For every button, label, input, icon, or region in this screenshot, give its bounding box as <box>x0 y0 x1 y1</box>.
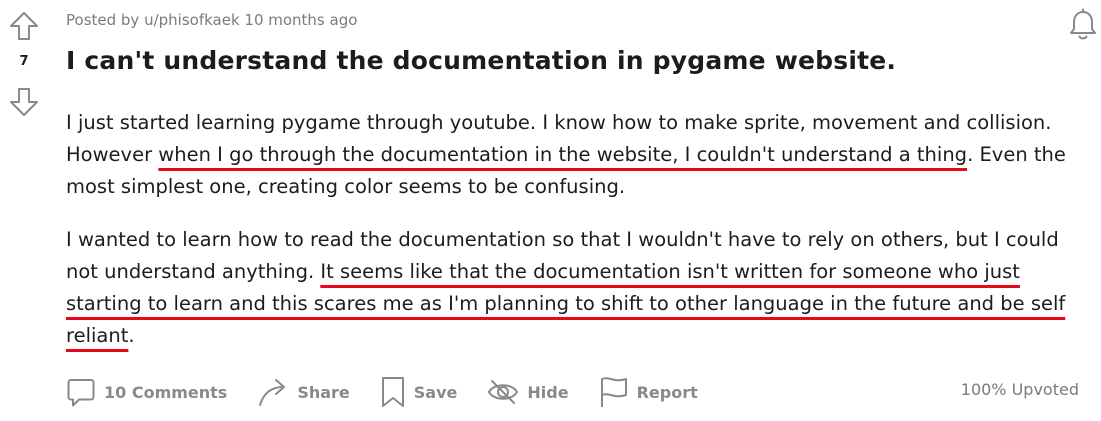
report-label: Report <box>636 382 698 402</box>
save-button[interactable]: Save <box>380 375 458 409</box>
hide-label: Hide <box>527 382 569 402</box>
paragraph-text: . <box>128 324 135 347</box>
report-button[interactable]: Report <box>599 375 698 409</box>
share-button[interactable]: Share <box>257 375 350 409</box>
comments-label: 10 Comments <box>104 382 228 402</box>
flag-icon <box>599 375 629 409</box>
post-paragraph: I just started learning pygame through y… <box>66 107 1091 203</box>
upvote-percentage: 100% Upvoted <box>960 380 1079 399</box>
post-action-bar: 10 Comments Share Save Hide Report <box>66 372 728 412</box>
post-paragraph: I wanted to learn how to read the docume… <box>66 224 1091 352</box>
vote-column: 7 <box>0 0 50 120</box>
comments-button[interactable]: 10 Comments <box>66 375 227 409</box>
eye-slash-icon <box>487 375 519 409</box>
downvote-icon[interactable] <box>8 86 40 118</box>
bell-icon[interactable] <box>1067 8 1099 42</box>
vote-score: 7 <box>19 54 29 69</box>
bookmark-icon <box>380 375 406 409</box>
highlighted-text: when I go through the documentation in t… <box>158 143 968 166</box>
post-title[interactable]: I can't understand the documentation in … <box>66 46 896 75</box>
speech-bubble-icon <box>66 375 96 409</box>
share-label: Share <box>297 382 350 402</box>
share-arrow-icon <box>257 375 289 409</box>
hide-button[interactable]: Hide <box>487 375 569 409</box>
save-label: Save <box>413 382 458 402</box>
upvote-icon[interactable] <box>8 10 40 42</box>
post-body: I just started learning pygame through y… <box>66 107 1091 373</box>
post-meta: Posted by u/phisofkaek 10 months ago <box>66 11 358 29</box>
